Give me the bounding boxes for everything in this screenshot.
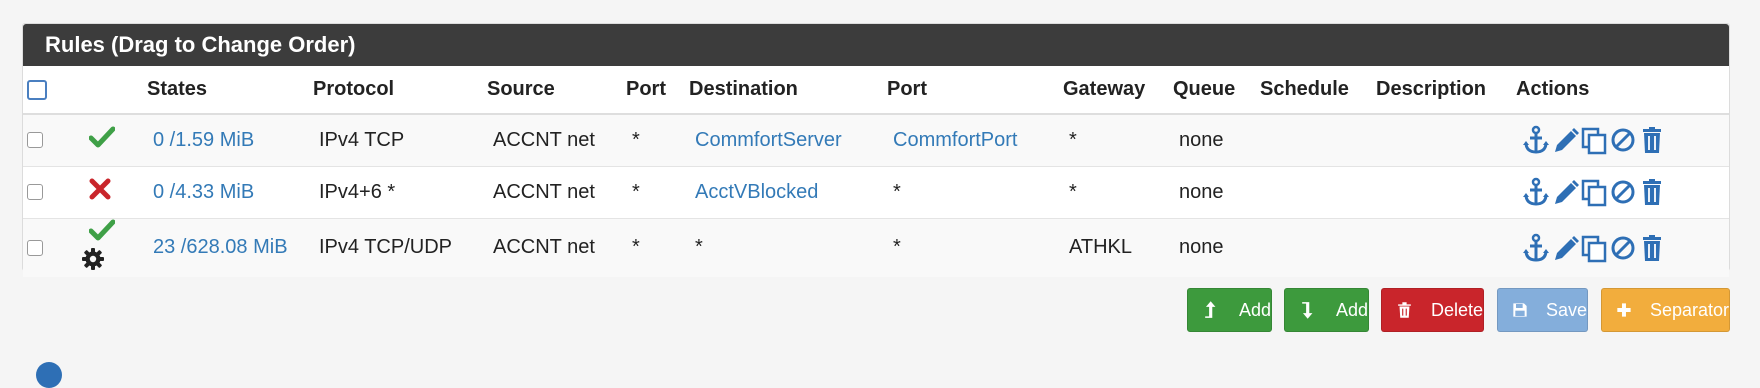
- times-icon: [89, 178, 111, 206]
- level-down-icon: [1302, 302, 1313, 319]
- row-checkbox[interactable]: [27, 184, 43, 201]
- schedule-cell: [1260, 236, 1266, 258]
- dest-port-cell: *: [893, 236, 901, 258]
- add-rule-bottom-button[interactable]: Add: [1284, 288, 1369, 332]
- row-checkbox[interactable]: [27, 132, 43, 149]
- dest-port-cell: *: [893, 180, 901, 203]
- col-states[interactable]: States: [143, 66, 309, 114]
- col-protocol[interactable]: Protocol: [309, 66, 483, 114]
- destination-cell: *: [695, 236, 703, 258]
- anchor-icon[interactable]: [1522, 233, 1550, 263]
- port-cell: *: [632, 128, 640, 151]
- add-top-label: Add: [1238, 299, 1271, 320]
- level-up-icon: [1205, 301, 1216, 318]
- delete-label: Delete: [1430, 299, 1483, 320]
- protocol-cell: IPv4 TCP: [319, 128, 405, 151]
- dest-port-cell[interactable]: CommfortPort: [887, 129, 1017, 151]
- ban-icon[interactable]: [1609, 125, 1637, 155]
- pencil-icon[interactable]: [1551, 177, 1579, 207]
- save-label: Save: [1545, 299, 1587, 320]
- col-description[interactable]: Description: [1372, 66, 1512, 114]
- source-cell: ACCNT net: [493, 180, 595, 203]
- copy-icon[interactable]: [1580, 233, 1608, 263]
- description-cell: [1376, 236, 1382, 258]
- states-cell[interactable]: 0 /1.59 MiB: [147, 129, 254, 151]
- status-cell: [73, 166, 143, 218]
- add-separator-button[interactable]: Separator: [1601, 288, 1730, 332]
- delete-button[interactable]: Delete: [1381, 288, 1484, 332]
- table-row[interactable]: 0 /1.59 MiB IPv4 TCP ACCNT net * CommfortSer…: [23, 114, 1729, 166]
- row-checkbox[interactable]: [27, 239, 43, 256]
- pencil-icon[interactable]: [1551, 233, 1579, 263]
- col-destination[interactable]: Destination: [685, 66, 883, 114]
- panel-title: Rules (Drag to Change Order): [23, 24, 1729, 66]
- add-rule-top-button[interactable]: Add: [1187, 288, 1272, 332]
- ban-icon[interactable]: [1609, 177, 1637, 207]
- trash-icon[interactable]: [1638, 177, 1666, 207]
- ban-icon[interactable]: [1609, 233, 1637, 263]
- select-all-checkbox[interactable]: [27, 79, 47, 100]
- status-cell: [73, 114, 143, 166]
- actions-cell: [1512, 166, 1729, 218]
- queue-cell: none: [1179, 236, 1224, 258]
- port-cell: *: [632, 236, 640, 258]
- queue-cell: none: [1179, 128, 1224, 151]
- save-button[interactable]: Save: [1497, 288, 1588, 332]
- gear-icon[interactable]: [81, 247, 105, 277]
- col-actions: Actions: [1516, 78, 1590, 100]
- destination-cell[interactable]: AcctVBlocked: [689, 181, 818, 203]
- anchor-icon[interactable]: [1522, 177, 1550, 207]
- gateway-cell: *: [1069, 128, 1077, 151]
- anchor-icon[interactable]: [1522, 125, 1550, 155]
- states-cell[interactable]: 23 /628.08 MiB: [147, 236, 288, 258]
- check-icon: [88, 219, 116, 247]
- copy-icon[interactable]: [1580, 177, 1608, 207]
- plus-icon: [1617, 303, 1631, 317]
- description-cell: [1376, 129, 1382, 151]
- description-cell: [1376, 181, 1382, 203]
- add-bottom-label: Add: [1335, 299, 1368, 320]
- schedule-cell: [1260, 129, 1266, 151]
- source-cell: ACCNT net: [493, 128, 595, 151]
- trash-icon[interactable]: [1638, 125, 1666, 155]
- table-row[interactable]: 0 /4.33 MiB IPv4+6 * ACCNT net * AcctVBlocke…: [23, 166, 1729, 218]
- info-icon[interactable]: [36, 362, 62, 388]
- rules-panel: Rules (Drag to Change Order) States Prot…: [22, 23, 1730, 277]
- actions-cell: [1512, 114, 1729, 166]
- separator-label: Separator: [1649, 299, 1729, 320]
- col-schedule[interactable]: Schedule: [1256, 66, 1372, 114]
- check-icon: [88, 126, 116, 154]
- table-header-row: States Protocol Source Port Destination …: [23, 66, 1729, 114]
- protocol-cell: IPv4+6 *: [319, 180, 396, 203]
- queue-cell: none: [1179, 180, 1224, 203]
- source-cell: ACCNT net: [493, 236, 595, 258]
- save-icon: [1513, 303, 1527, 317]
- port-cell: *: [632, 180, 640, 203]
- gateway-cell: ATHKL: [1069, 236, 1132, 258]
- copy-icon[interactable]: [1580, 125, 1608, 155]
- table-row[interactable]: 23 /628.08 MiB IPv4 TCP/UDP ACCNT net * * * AT…: [23, 218, 1729, 277]
- actions-cell: [1512, 218, 1729, 277]
- col-queue[interactable]: Queue: [1169, 66, 1256, 114]
- col-dest-port[interactable]: Port: [883, 66, 1059, 114]
- trash-icon: [1398, 302, 1411, 318]
- status-cell: [73, 218, 143, 277]
- col-port[interactable]: Port: [622, 66, 685, 114]
- pencil-icon[interactable]: [1551, 125, 1579, 155]
- gateway-cell: *: [1069, 180, 1077, 203]
- protocol-cell: IPv4 TCP/UDP: [319, 236, 452, 258]
- schedule-cell: [1260, 181, 1266, 203]
- col-gateway[interactable]: Gateway: [1059, 66, 1169, 114]
- destination-cell[interactable]: CommfortServer: [689, 129, 842, 151]
- states-cell[interactable]: 0 /4.33 MiB: [147, 181, 254, 203]
- trash-icon[interactable]: [1638, 233, 1666, 263]
- rules-table: States Protocol Source Port Destination …: [23, 66, 1729, 277]
- col-source[interactable]: Source: [483, 66, 622, 114]
